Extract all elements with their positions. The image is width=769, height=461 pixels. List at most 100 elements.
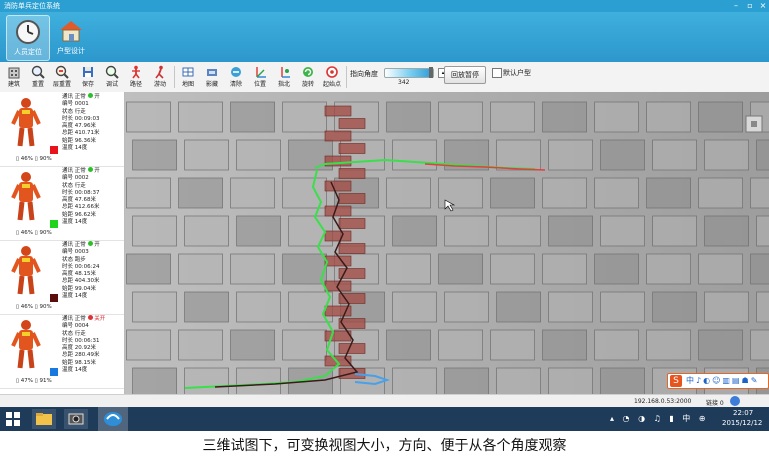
room-cell <box>496 215 541 247</box>
taskbar-file-explorer[interactable] <box>32 409 56 429</box>
clear-button[interactable]: 清除 <box>224 64 248 90</box>
track-color-swatch[interactable] <box>50 146 58 154</box>
personnel-info: 通讯 正常 关开 编号 0004 状态 行走 时长 00:06:31 高度 20.92米… <box>62 315 105 374</box>
layer-reset-icon <box>55 65 69 79</box>
room-cell <box>444 291 489 323</box>
track-color-swatch[interactable] <box>50 294 58 302</box>
room-cell <box>132 291 177 323</box>
close-button[interactable]: × <box>757 1 769 11</box>
toolbar-button-label: 调试 <box>105 81 118 88</box>
switch-indicator <box>87 93 93 98</box>
hide-button[interactable]: 影藏 <box>200 64 224 90</box>
battery-level-2: 90% <box>39 156 52 162</box>
hide-icon <box>207 69 217 76</box>
room-cell <box>542 101 587 133</box>
angle-slider-thumb[interactable] <box>429 67 433 78</box>
firefighter-figure-icon <box>11 98 41 147</box>
battery-level-1: 46% <box>20 304 34 310</box>
room-cell <box>542 253 587 285</box>
personnel-location-button[interactable]: 人员定位 <box>6 15 50 61</box>
camera-icon <box>68 413 84 425</box>
locator-app-icon <box>104 412 122 426</box>
room-cell <box>386 329 431 361</box>
default-floor-checkbox[interactable] <box>492 68 502 78</box>
personnel-card[interactable]: 通讯 正常 开编号 0003 状态 跑步 时长 00:06:24 高度 48.15米总… <box>0 240 124 315</box>
room-cell <box>542 329 587 361</box>
path-button[interactable]: 路径 <box>124 64 148 90</box>
3d-viewport[interactable]: S 中♪◐☺▥▤☗✎ <box>125 92 769 394</box>
angle-slider[interactable] <box>384 67 434 78</box>
walk-icon <box>155 65 164 79</box>
position-button[interactable]: 位置 <box>248 64 272 90</box>
switch-indicator <box>87 315 93 320</box>
room-cell <box>236 291 281 323</box>
layer-reset-button[interactable]: 层重置 <box>50 64 74 90</box>
battery-icon: ▯ <box>34 304 38 310</box>
battery-icon: ▯ <box>16 378 20 384</box>
stair-flight <box>324 130 352 142</box>
room-cell <box>646 253 691 285</box>
room-cell <box>386 177 431 209</box>
room-cell <box>490 101 535 133</box>
reset-button[interactable]: 重置 <box>26 64 50 90</box>
room-cell <box>392 367 437 394</box>
room-cell <box>594 253 639 285</box>
start-button[interactable] <box>4 410 22 428</box>
ribbon: 人员定位 户型设计 <box>0 12 769 62</box>
room-cell <box>652 215 697 247</box>
personnel-card[interactable]: 通讯 正常 关开 编号 0004 状态 行走 时长 00:06:31 高度 20.92米… <box>0 314 124 389</box>
stair-flight <box>324 230 352 242</box>
taskbar-time: 22:07 <box>733 409 754 417</box>
debug-button[interactable]: 调试 <box>100 64 124 90</box>
toolbar-button-label: 路径 <box>129 81 142 88</box>
battery-level-1: 47% <box>20 378 34 384</box>
switch-status: 开 <box>94 242 100 248</box>
temperature: 温度 14度 <box>62 293 88 300</box>
start-distance: 始距 96.62米 <box>62 211 96 218</box>
north-button[interactable]: 指北 <box>272 64 296 90</box>
rotate-button[interactable]: 旋转 <box>296 64 320 90</box>
building-button[interactable]: 建筑 <box>2 64 26 90</box>
system-tray-icons[interactable]: ▴ ◔ ◑ ♫ ▮ 中 ⊕ <box>610 413 709 424</box>
start-distance: 始距 99.04米 <box>62 285 96 292</box>
minimize-button[interactable]: – <box>730 1 742 11</box>
save-button[interactable]: 保存 <box>76 64 100 90</box>
map-icon <box>182 67 194 77</box>
room-cell <box>548 367 593 394</box>
start-point-icon <box>326 66 338 78</box>
floor-design-button[interactable]: 户型设计 <box>50 15 92 59</box>
personnel-info: 通讯 正常 开编号 0002 状态 行走 时长 00:08:37 高度 47.68米总… <box>62 167 100 226</box>
personnel-card[interactable]: 通讯 正常 开编号 0002 状态 行走 时长 00:08:37 高度 47.68米总… <box>0 166 124 241</box>
switch-status: 关开 <box>94 316 106 322</box>
ime-toolbar[interactable]: S 中♪◐☺▥▤☗✎ <box>667 373 769 389</box>
start-point-button[interactable]: 起始点 <box>320 64 344 90</box>
toolbar-button-label: 保存 <box>81 81 94 88</box>
server-address: 192.168.0.53:2000 <box>634 398 692 405</box>
track-color-swatch[interactable] <box>50 220 58 228</box>
battery-icon: ▯ <box>34 230 38 236</box>
room-cell <box>282 253 327 285</box>
room-cell <box>594 177 639 209</box>
map-button[interactable]: 地图 <box>176 64 200 90</box>
title-bar: 消防单兵定位系统 – ▫ × <box>0 0 769 12</box>
room-cell <box>132 139 177 171</box>
track-color-swatch[interactable] <box>50 368 58 376</box>
stair-flight <box>324 105 352 117</box>
room-cell <box>438 253 483 285</box>
playback-pause-button[interactable]: 回放暂停 <box>444 66 486 84</box>
personnel-id: 编号 0004 <box>62 323 89 330</box>
battery-icon: ▯ <box>16 156 20 162</box>
taskbar-app-camera[interactable] <box>64 409 88 429</box>
maximize-button[interactable]: ▫ <box>744 1 756 11</box>
building-icon <box>8 67 20 79</box>
room-cell <box>184 215 229 247</box>
comm-status: 通讯 正常 <box>62 316 86 322</box>
room-cell <box>542 177 587 209</box>
firefighter-figure-icon <box>11 246 41 295</box>
taskbar-app-locator[interactable] <box>98 407 128 433</box>
battery-level-2: 90% <box>39 230 52 236</box>
battery-level-1: 46% <box>20 230 34 236</box>
battery-level-2: 91% <box>39 378 52 384</box>
walk-button[interactable]: 游动 <box>148 64 172 90</box>
personnel-card[interactable]: 通讯 正常 开编号 0001 状态 行走 时长 00:09:03 高度 47.96米总… <box>0 92 124 167</box>
